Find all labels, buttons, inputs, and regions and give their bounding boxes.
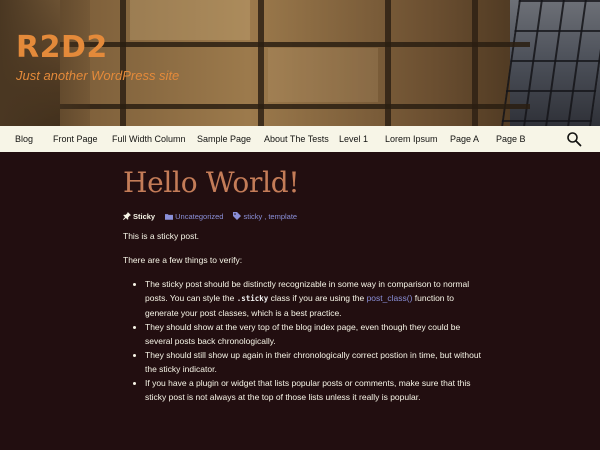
post-meta: Sticky Uncategorized sticky, template <box>123 212 483 221</box>
nav-item-page-b[interactable]: Page B <box>496 134 526 144</box>
list-item: They should show at the very top of the … <box>145 320 483 348</box>
nav-item-page-a[interactable]: Page A <box>450 134 479 144</box>
post-content: This is a sticky post. There are a few t… <box>123 229 483 404</box>
tag-template-link[interactable]: template <box>268 212 297 221</box>
category-link[interactable]: Uncategorized <box>165 212 223 221</box>
nav-item-lorem-ipsum[interactable]: Lorem Ipsum <box>385 134 438 144</box>
nav-item-sample-page[interactable]: Sample Page <box>197 134 251 144</box>
search-icon[interactable] <box>566 131 582 147</box>
list-item: The sticky post should be distinctly rec… <box>145 277 483 320</box>
sticky-label: Sticky <box>133 211 156 221</box>
pushpin-icon <box>123 212 131 221</box>
tag-sticky-link[interactable]: sticky <box>243 212 262 221</box>
main-navigation: Blog Front Page Full Width Column Sample… <box>0 126 600 152</box>
folder-icon <box>165 213 174 220</box>
category-label[interactable]: Uncategorized <box>175 212 223 221</box>
list-item: They should still show up again in their… <box>145 348 483 376</box>
nav-item-full-width-column[interactable]: Full Width Column <box>112 134 186 144</box>
site-tagline: Just another WordPress site <box>16 68 180 83</box>
tags-links: sticky, template <box>233 212 297 221</box>
site-title[interactable]: R2D2 <box>16 30 108 65</box>
site-header: R2D2 Just another WordPress site <box>0 0 600 126</box>
sticky-indicator: Sticky <box>123 212 155 221</box>
list-item-text: class if you are using the <box>268 292 367 303</box>
nav-item-about-the-tests[interactable]: About The Tests <box>264 134 329 144</box>
tag-icon <box>233 212 242 221</box>
paragraph-verify: There are a few things to verify: <box>123 254 243 265</box>
post-class-link[interactable]: post_class() <box>367 293 413 303</box>
sticky-class-code: .sticky <box>236 293 269 303</box>
list-item: If you have a plugin or widget that list… <box>145 376 483 404</box>
nav-item-level-1[interactable]: Level 1 <box>339 134 368 144</box>
post-article: Hello World! Sticky Uncategorized sticky… <box>123 166 483 404</box>
paragraph-intro: This is a sticky post. <box>123 230 200 241</box>
verification-list: The sticky post should be distinctly rec… <box>145 277 483 404</box>
nav-item-front-page[interactable]: Front Page <box>53 134 98 144</box>
nav-item-blog[interactable]: Blog <box>15 134 33 144</box>
post-title[interactable]: Hello World! <box>123 166 483 200</box>
tag-separator: , <box>264 211 267 221</box>
